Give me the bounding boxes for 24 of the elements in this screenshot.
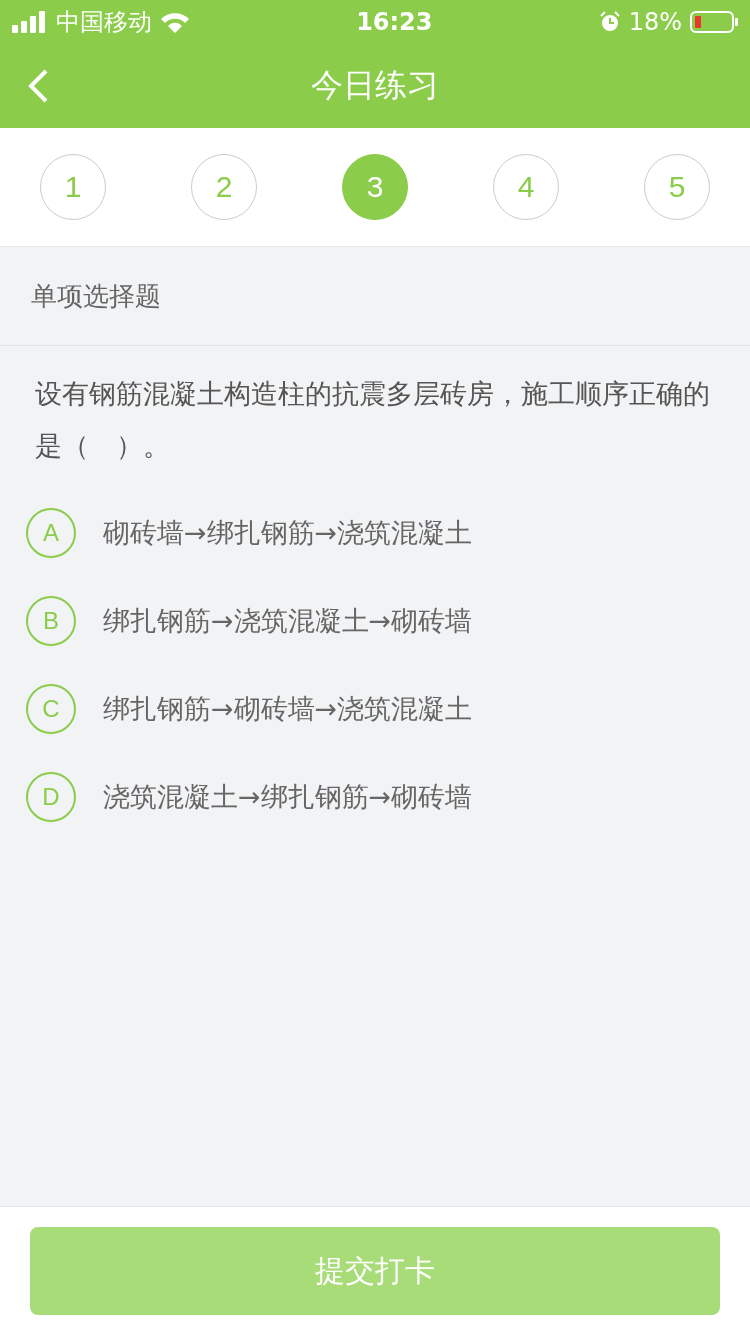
carrier-name: 中国移动	[56, 7, 152, 38]
battery-icon	[690, 11, 738, 33]
clock-time: 16:23	[356, 8, 433, 36]
option-letter[interactable]: A	[26, 508, 76, 558]
question-text: 设有钢筋混凝土构造柱的抗震多层砖房，施工顺序正确的是（ ）。	[34, 377, 711, 463]
option-text[interactable]: 绑扎钢筋→浇筑混凝土→砌砖墙	[103, 603, 473, 639]
alarm-icon	[598, 11, 621, 33]
option-text[interactable]: 浇筑混凝土→绑扎钢筋→砌砖墙	[103, 779, 473, 815]
battery-percent: 18%	[628, 8, 682, 36]
question-number-tab[interactable]: 2	[191, 154, 257, 220]
option-letter[interactable]: C	[26, 684, 76, 734]
option-text[interactable]: 砌砖墙→绑扎钢筋→浇筑混凝土	[103, 515, 473, 551]
question-number-tab[interactable]: 3	[342, 154, 408, 220]
option-text[interactable]: 绑扎钢筋→砌砖墙→浇筑混凝土	[103, 691, 473, 727]
signal-icon	[12, 11, 48, 33]
wifi-icon	[160, 11, 190, 33]
option-letter[interactable]: D	[26, 772, 76, 822]
question-number-tab[interactable]: 4	[493, 154, 559, 220]
back-icon[interactable]	[26, 68, 50, 104]
section-title: 单项选择题	[31, 279, 161, 313]
question-number-tab[interactable]: 1	[40, 154, 106, 220]
option-letter[interactable]: B	[26, 596, 76, 646]
page-title: 今日练习	[311, 65, 439, 106]
question-number-tab[interactable]: 5	[644, 154, 710, 220]
